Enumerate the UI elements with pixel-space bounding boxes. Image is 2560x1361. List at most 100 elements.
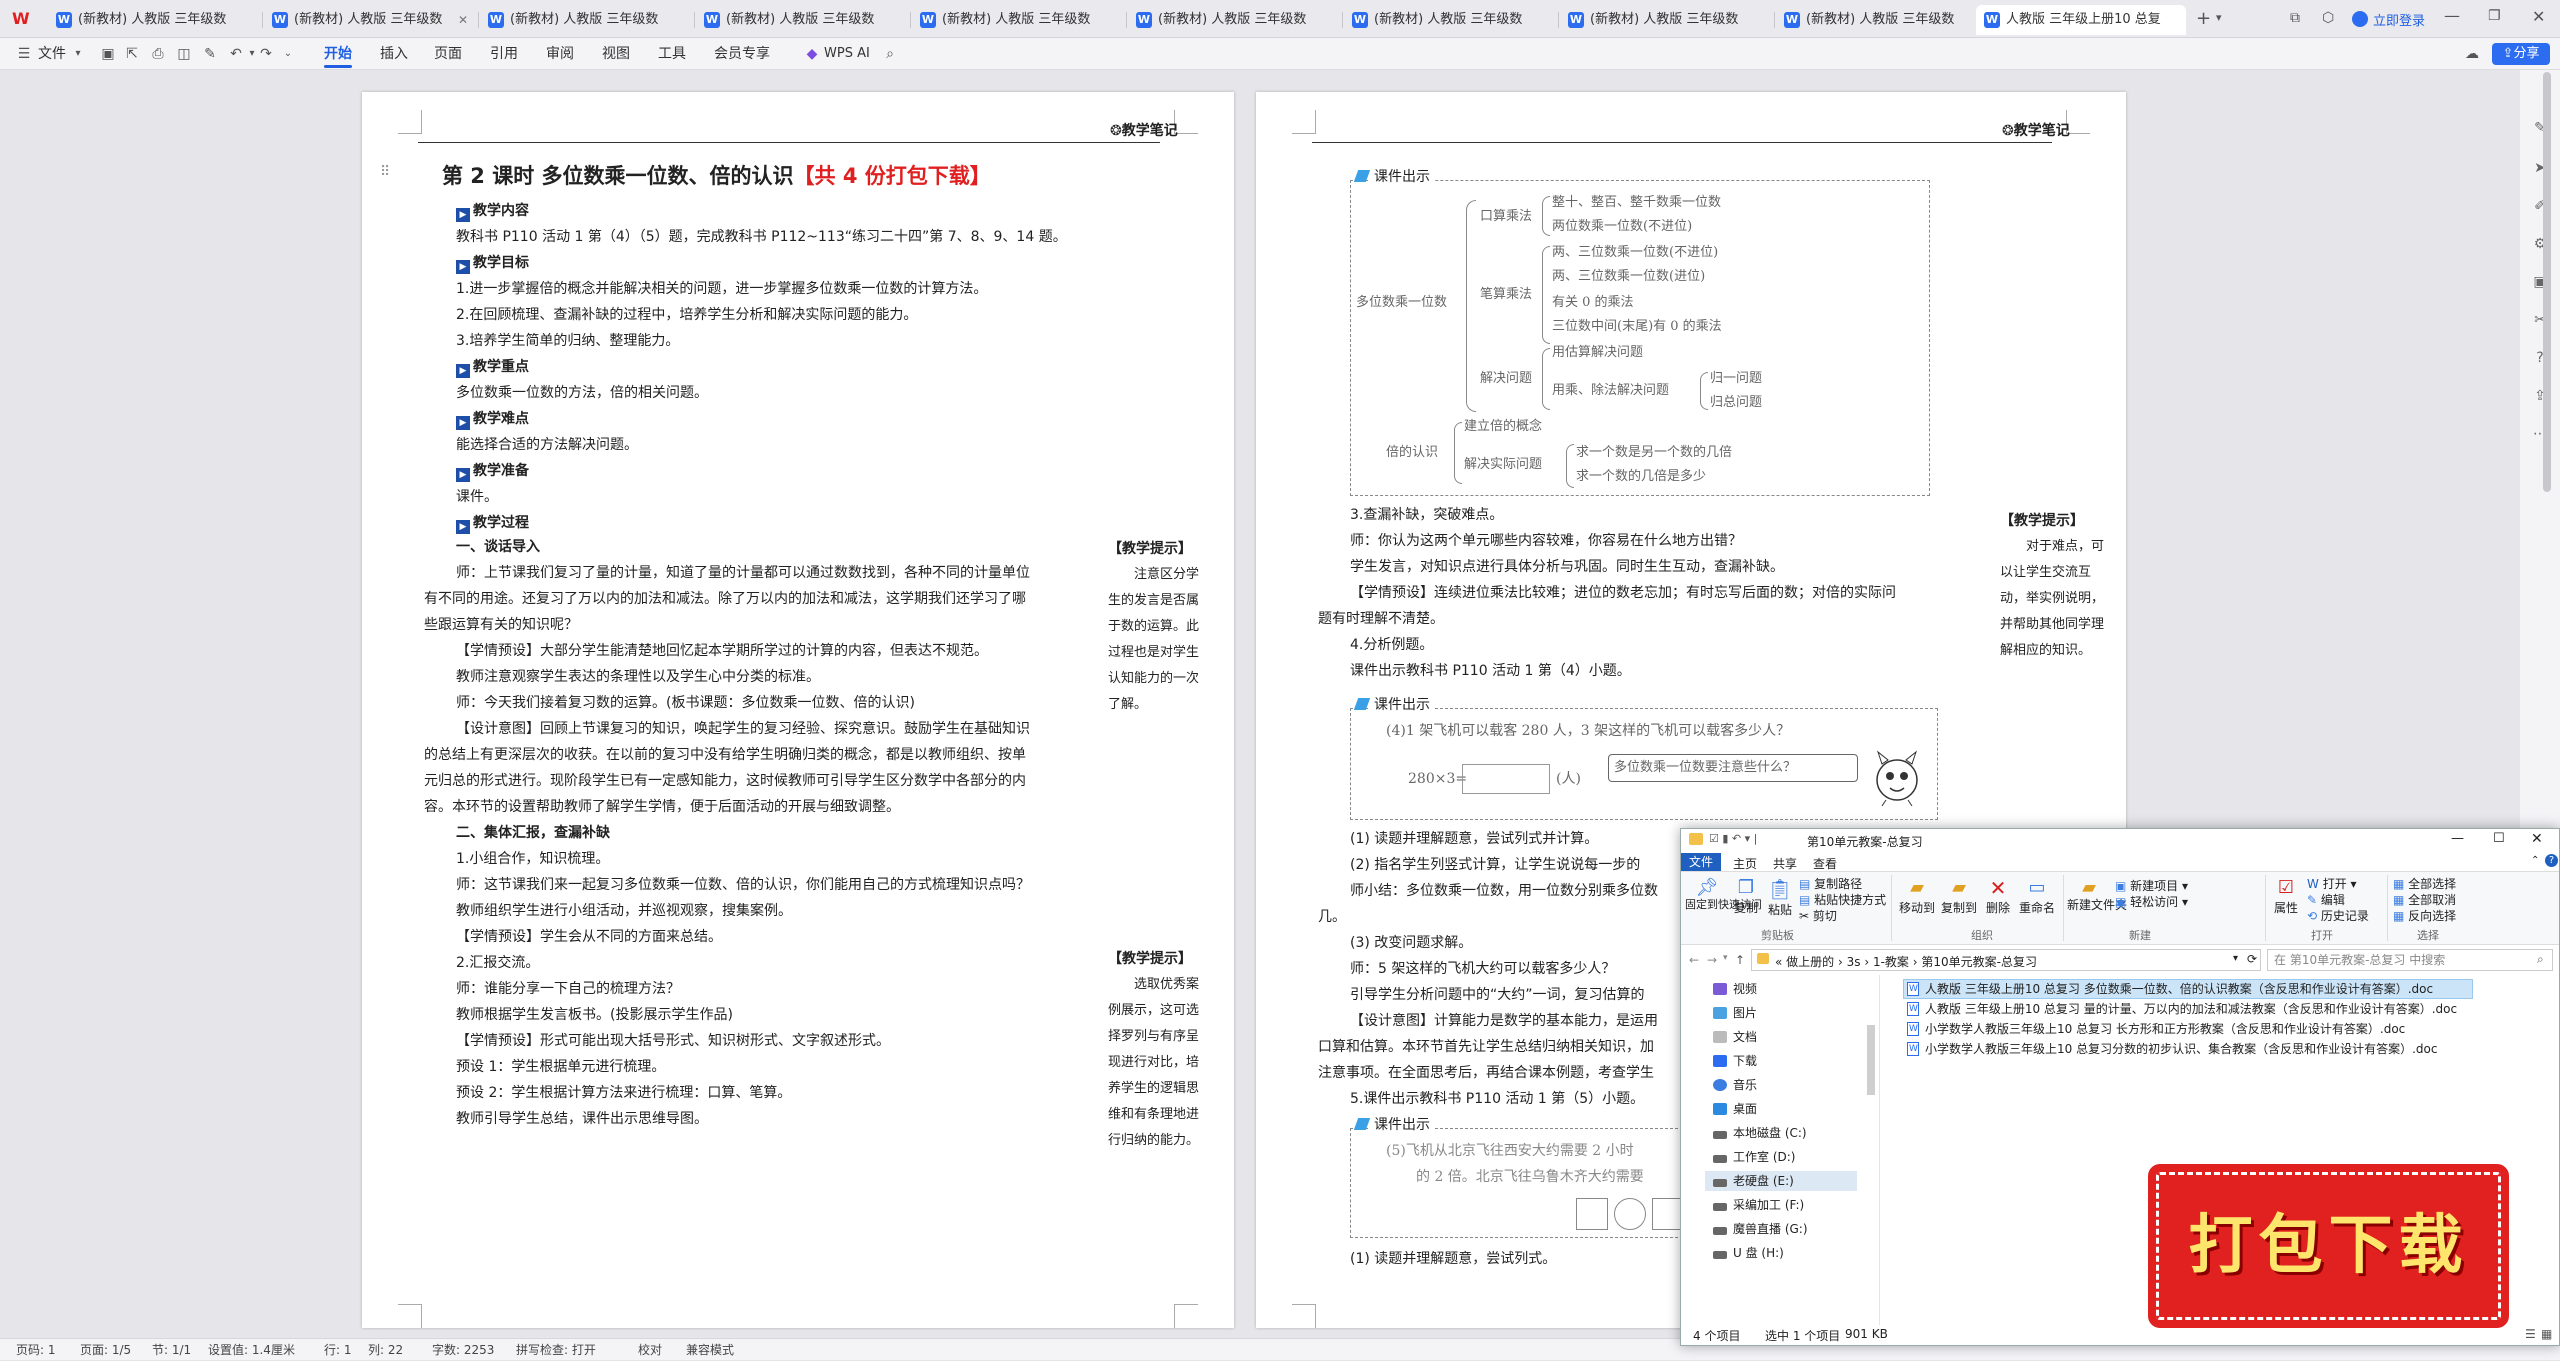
open-button[interactable]: W 打开 ▾ [2307,875,2357,892]
file-menu[interactable]: 文件 [38,38,66,70]
doc-tab[interactable]: W (新教材) 人教版 三年级数 [1344,5,1554,35]
file-item[interactable]: 小学数学人教版三年级上10 总复习分数的初步认识、集合教案（含反思和作业设计有答… [1905,1039,2465,1059]
wps-ai-icon[interactable]: ◆ [804,46,820,62]
paste-button[interactable]: 📋︎ 粘贴 [1763,877,1797,918]
up-icon[interactable]: ↑ [1735,953,1745,967]
pin-quick-access-button[interactable]: 📌︎ 固定到快速访问 [1685,877,1762,911]
chevron-down-icon[interactable]: ▾ [1723,953,1728,963]
doc-tab[interactable]: W (新教材) 人教版 三年级数 [1776,5,1986,35]
spell-check-toggle[interactable]: 拼写检查: 打开 [516,1339,596,1361]
nav-item[interactable]: 本地磁盘 (C:) [1713,1123,1807,1143]
search-input[interactable]: 在 第10单元教案-总复习 中搜索 [2267,949,2553,971]
drag-handle-icon[interactable]: ⠿ [380,164,390,180]
tab-reference[interactable]: 引用 [490,38,518,70]
file-item[interactable]: 小学数学人教版三年级上10 总复习 长方形和正方形教案（含反思和作业设计有答案）… [1905,1019,2465,1039]
close-icon[interactable]: ✕ [2531,831,2543,847]
cloud-icon[interactable]: ☁ [2464,46,2480,62]
new-tab-icon[interactable]: + [2196,8,2211,29]
edit-button[interactable]: ✎ 编辑 [2307,891,2345,908]
nav-item[interactable]: U 盘 (H:) [1713,1243,1784,1263]
nav-item[interactable]: 图片 [1713,1003,1757,1023]
nav-scrollbar[interactable] [1867,1025,1875,1095]
answer-circle[interactable] [1614,1198,1646,1230]
breadcrumb[interactable]: « 做上册的 › 3s › 1-教案 › 第10单元教案-总复习 [1775,953,2037,970]
new-folder-button[interactable]: ▰ 新建文件夹 [2067,877,2127,912]
export-icon[interactable]: ⇱ [124,46,140,62]
nav-item[interactable]: 采编加工 (F:) [1713,1195,1804,1215]
tab-tools[interactable]: 工具 [658,38,686,70]
help-icon[interactable]: ? [2545,854,2558,867]
redo-icon[interactable]: ↷ [258,46,274,62]
delete-button[interactable]: ✕ 删除 [1981,877,2015,916]
doc-tab-active[interactable]: W 人教版 三年级上册10 总复 [1976,5,2186,35]
nav-item[interactable]: 桌面 [1713,1099,1757,1119]
answer-box[interactable] [1576,1198,1608,1230]
thumbnail-view-icon[interactable]: ▦ [2541,1327,2552,1341]
chevron-down-icon[interactable]: ⌄ [280,46,296,62]
doc-tab[interactable]: W (新教材) 人教版 三年级数 [696,5,906,35]
chevron-down-icon[interactable]: ▾ [2216,11,2222,24]
tab-view[interactable]: 查看 [1813,855,1837,872]
new-item-button[interactable]: ▣ 新建项目 ▾ [2115,877,2188,894]
file-item-selected[interactable]: 人教版 三年级上册10 总复习 多位数乘一位数、倍的认识教案（含反思和作业设计有… [1905,979,2465,999]
tab-share[interactable]: 共享 [1773,855,1797,872]
copy-to-button[interactable]: ▰ 复制到 [1939,877,1979,916]
close-icon[interactable]: ✕ [458,5,468,35]
rename-button[interactable]: ▭ 重命名 [2017,877,2057,916]
answer-box[interactable] [1462,764,1550,794]
tab-member[interactable]: 会员专享 [714,38,770,70]
nav-item[interactable]: 魔兽直播 (G:) [1713,1219,1808,1239]
tab-insert[interactable]: 插入 [380,38,408,70]
close-icon[interactable]: ✕ [2532,7,2545,26]
maximize-icon[interactable]: ☐ [2493,831,2505,846]
doc-tab[interactable]: W (新教材) 人教版 三年级数 [912,5,1122,35]
download-banner[interactable]: 打包下载 [2148,1164,2509,1328]
menu-icon[interactable]: ☰ [16,46,32,62]
back-icon[interactable]: ← [1689,953,1699,967]
save-icon[interactable]: ▣ [100,46,116,62]
nav-item[interactable]: 工作室 (D:) [1713,1147,1795,1167]
select-none-button[interactable]: ▦ 全部取消 [2393,891,2456,908]
wps-logo[interactable]: W [12,10,32,28]
doc-tab[interactable]: W (新教材) 人教版 三年级数 [1128,5,1338,35]
minimize-icon[interactable]: — [2444,6,2460,25]
forward-icon[interactable]: → [1707,953,1717,967]
nav-item-selected[interactable]: 老硬盘 (E:) [1713,1171,1794,1191]
window-tile-icon[interactable]: ⧉ [2290,10,2300,26]
easy-access-button[interactable]: ▣ 轻松访问 ▾ [2115,893,2188,910]
paste-shortcut-button[interactable]: ▤ 粘贴快捷方式 [1799,891,1886,908]
minimize-icon[interactable]: — [2451,831,2464,846]
chevron-up-icon[interactable]: ⌃ [2531,855,2539,866]
tab-page[interactable]: 页面 [434,38,462,70]
cube-icon[interactable]: ⬡ [2322,10,2334,26]
move-to-button[interactable]: ▰ 移动到 [1897,877,1937,916]
file-item[interactable]: 人教版 三年级上册10 总复习 量的计量、万以内的加法和减法教案（含反思和作业设… [1905,999,2465,1019]
doc-tab[interactable]: W (新教材) 人教版 三年级数 ✕ [264,5,474,35]
restore-icon[interactable]: ❐ [2488,8,2501,24]
share-button[interactable]: ⇪分享 [2492,43,2550,65]
wps-ai-button[interactable]: WPS AI [824,38,870,70]
nav-item[interactable]: 视频 [1713,979,1757,999]
avatar[interactable] [2352,11,2368,27]
format-painter-icon[interactable]: ✎ [202,46,218,62]
print-icon[interactable]: ⎙ [150,46,166,62]
tab-file[interactable]: 文件 [1681,853,1721,871]
chevron-down-icon[interactable]: ▾ [70,46,86,62]
preview-icon[interactable]: ◫ [176,46,192,62]
details-view-icon[interactable]: ☰ [2525,1327,2536,1341]
invert-selection-button[interactable]: ▦ 反向选择 [2393,907,2456,924]
copy-button[interactable]: ❐ 复制 [1731,877,1761,916]
vertical-scrollbar[interactable] [2543,72,2551,492]
login-link[interactable]: 立即登录 [2373,10,2425,29]
nav-item[interactable]: 音乐 [1713,1075,1757,1095]
tab-review[interactable]: 审阅 [546,38,574,70]
proofread-button[interactable]: 校对 [638,1339,662,1361]
nav-item[interactable]: 文档 [1713,1027,1757,1047]
refresh-icon[interactable]: ⟳ [2247,952,2257,966]
history-button[interactable]: ⟲ 历史记录 [2307,907,2369,924]
quick-access-icons[interactable]: ☑ ▮ ↶ ▾ | [1709,832,1757,845]
search-icon[interactable]: ⌕ [882,46,898,62]
select-all-button[interactable]: ▦ 全部选择 [2393,875,2456,892]
copy-path-button[interactable]: ▤ 复制路径 [1799,875,1862,892]
doc-tab[interactable]: W (新教材) 人教版 三年级数 [1560,5,1770,35]
